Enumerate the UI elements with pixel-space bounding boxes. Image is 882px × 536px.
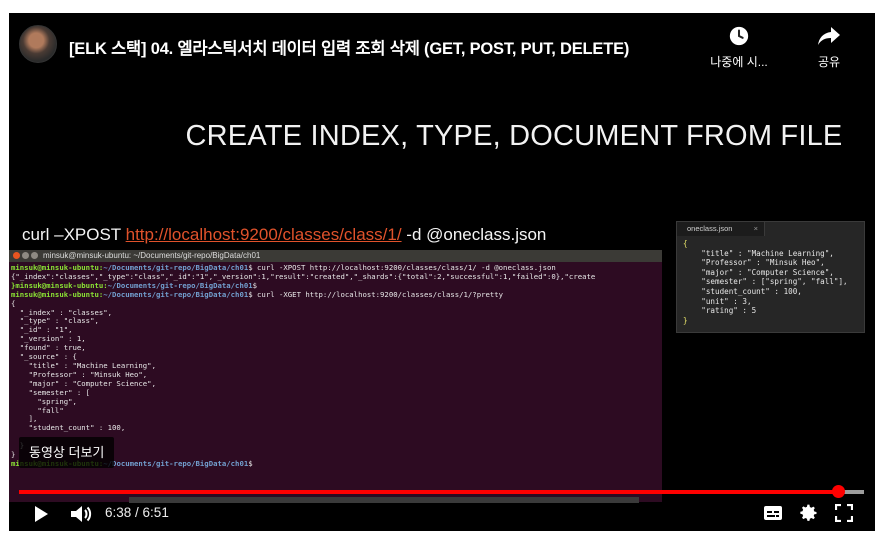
- json-line: "unit" : 3,: [683, 296, 752, 306]
- json-line: }: [683, 315, 688, 325]
- fullscreen-icon: [834, 503, 854, 523]
- json-tab-label: oneclass.json: [687, 224, 733, 233]
- share-label: 공유: [817, 55, 841, 69]
- json-file-tab: oneclass.json ×: [677, 222, 765, 236]
- settings-button[interactable]: [799, 503, 819, 528]
- json-line: "major" : "Computer Science",: [683, 267, 834, 277]
- watch-later-button[interactable]: 나중에 시...: [703, 25, 775, 70]
- maximize-dot-icon: [31, 252, 38, 259]
- json-line: "semester" : ["spring", "fall"],: [683, 277, 848, 287]
- tab-close-icon: ×: [753, 224, 758, 233]
- video-player[interactable]: CREATE INDEX, TYPE, DOCUMENT FROM FILE c…: [9, 13, 875, 531]
- json-line: "student_count" : 100,: [683, 286, 802, 296]
- json-line: "Professor" : "Minsuk Heo",: [683, 258, 825, 268]
- json-line: "rating" : 5: [683, 306, 757, 316]
- volume-icon: [71, 506, 92, 522]
- progress-bar[interactable]: [19, 490, 864, 494]
- terminal-path: ~/Documents/git-repo/BigData/ch01: [103, 289, 249, 299]
- share-button[interactable]: 공유: [804, 25, 854, 70]
- close-dot-icon: [13, 252, 20, 259]
- more-videos-button[interactable]: 동영상 더보기: [19, 437, 115, 468]
- duration: 6:51: [142, 505, 169, 520]
- terminal-line: minsuk@minsuk-ubuntu:~/Documents/git-rep…: [11, 289, 660, 300]
- volume-button[interactable]: [69, 503, 93, 530]
- current-time: 6:38: [105, 505, 132, 520]
- minimize-dot-icon: [22, 252, 29, 259]
- clock-icon: [729, 26, 749, 46]
- terminal-line: "_id" : "1",: [11, 325, 73, 335]
- watch-later-label: 나중에 시...: [710, 55, 768, 69]
- terminal-line: "fall": [11, 405, 64, 415]
- play-icon: [35, 506, 48, 522]
- terminal-path: ~/Documents/git-repo/BigData/ch01: [107, 280, 253, 290]
- progress-played: [19, 490, 838, 494]
- video-title[interactable]: [ELK 스택] 04. 엘라스틱서치 데이터 입력 조회 삭제 (GET, P…: [69, 35, 629, 59]
- json-line: {: [683, 239, 688, 248]
- json-line: "title" : "Machine Learning",: [683, 248, 834, 258]
- json-file-content: { "title" : "Machine Learning", "Profess…: [677, 236, 864, 328]
- terminal-line: "spring",: [11, 396, 77, 406]
- terminal-line: "semester" : [: [11, 387, 91, 397]
- terminal-titlebar: minsuk@minsuk-ubuntu: ~/Documents/git-re…: [9, 250, 662, 262]
- curl-url: http://localhost:9200/classes/class/1/: [125, 225, 402, 244]
- terminal-line: "_version" : 1,: [11, 334, 86, 344]
- curl-suffix: -d @oneclass.json: [401, 225, 547, 244]
- terminal-line: "major" : "Computer Science",: [11, 378, 156, 388]
- terminal-line: "_type" : "class",: [11, 316, 99, 326]
- slide-heading: CREATE INDEX, TYPE, DOCUMENT FROM FILE: [185, 120, 843, 152]
- terminal-line: "_index" : "classes",: [11, 307, 113, 317]
- curl-command: curl –XPOST http://localhost:9200/classe…: [22, 225, 546, 245]
- terminal-prompt: minsuk@minsuk-ubuntu:: [11, 289, 104, 299]
- terminal-prompt: }minsuk@minsuk-ubuntu:: [11, 280, 108, 290]
- terminal-line: "found" : true,: [11, 343, 86, 353]
- share-arrow-icon: [818, 27, 840, 45]
- curl-prefix: curl –XPOST: [22, 225, 126, 244]
- channel-avatar[interactable]: [19, 25, 57, 63]
- subtitles-icon: [764, 506, 782, 520]
- time-display: 6:38 / 6:51: [105, 505, 169, 520]
- terminal-prompt: minsuk@minsuk-ubuntu:: [11, 263, 104, 272]
- terminal-title: minsuk@minsuk-ubuntu: ~/Documents/git-re…: [43, 251, 261, 260]
- terminal-path: ~/Documents/git-repo/BigData/ch01: [103, 458, 249, 468]
- terminal-command: $ curl -XPOST http://localhost:9200/clas…: [248, 263, 556, 272]
- terminal-line: "student_count" : 100,: [11, 423, 126, 433]
- subtitles-button[interactable]: [763, 505, 783, 526]
- terminal-command: $: [252, 280, 258, 290]
- control-bar: 6:38 / 6:51: [9, 497, 875, 531]
- json-file-panel: oneclass.json × { "title" : "Machine Lea…: [676, 221, 865, 333]
- play-button[interactable]: [31, 503, 51, 530]
- terminal-path: ~/Documents/git-repo/BigData/ch01: [103, 263, 249, 272]
- terminal-command: $ curl -XGET http://localhost:9200/class…: [248, 289, 504, 299]
- terminal-command: $: [248, 458, 253, 468]
- fullscreen-button[interactable]: [834, 503, 854, 527]
- gear-icon: [800, 504, 817, 521]
